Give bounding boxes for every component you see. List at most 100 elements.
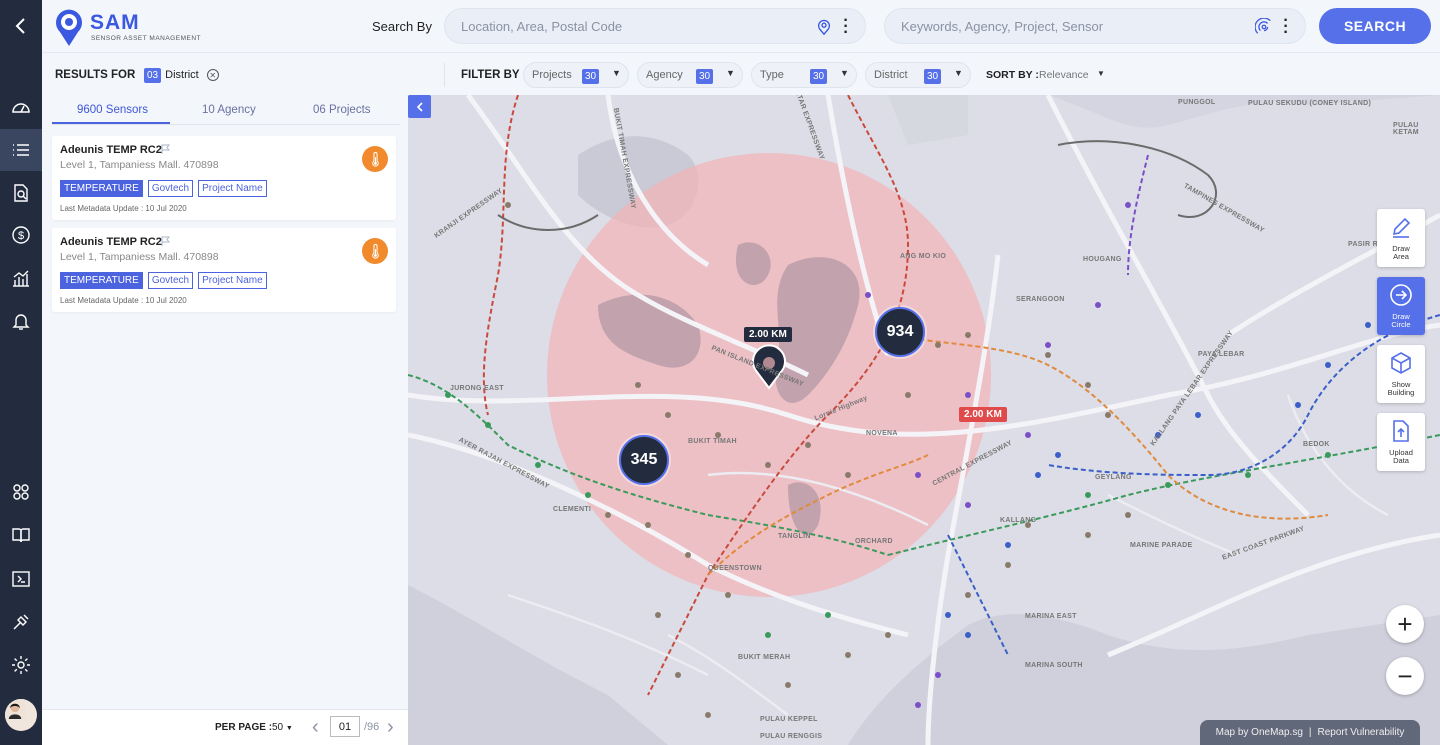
book-icon[interactable] [0,514,42,556]
map-label: BUKIT MERAH [738,654,791,661]
tag-project[interactable]: Project Name [198,180,267,197]
draw-area-button[interactable]: Draw Area [1377,209,1425,267]
prev-page-icon[interactable]: ‹ [312,717,319,737]
sensor-signal-icon[interactable] [1251,14,1277,40]
tag-type[interactable]: TEMPERATURE [60,272,143,289]
user-avatar[interactable] [5,699,37,731]
filter-type-dropdown[interactable]: Type 30 ▼ [751,62,857,88]
tab-agency[interactable]: 10 Agency [202,104,256,116]
map-label: PULAU RENGGIS [760,733,823,740]
circle-arrow-icon [1390,284,1412,306]
tool-label: Upload Data [1389,448,1413,465]
cluster-marker[interactable]: 934 [875,307,925,357]
list-icon[interactable] [0,129,42,171]
sensor-tags: TEMPERATURE Govtech Project Name [60,180,267,197]
keyword-search-field[interactable]: Keywords, Agency, Project, Sensor · · · [884,8,1306,44]
filter-count-badge: 30 [696,69,714,84]
map-label: BEDOK [1303,441,1330,448]
filter-count-badge: 30 [810,69,828,84]
filter-label: Agency [646,69,683,81]
sensor-meta: Last Metadata Update : 10 Jul 2020 [60,296,187,305]
zoom-out-button[interactable]: − [1386,657,1424,695]
chevron-down-icon: ▼ [612,68,621,78]
map-label: MARINA SOUTH [1025,662,1083,669]
results-for-value: District [165,69,199,81]
app-name: SAM [90,11,140,34]
radius-marker-label: 2.00 KM [744,327,792,342]
attribution-text: Map by OneMap.sg [1215,727,1303,738]
tools-icon[interactable] [0,601,42,643]
chevron-down-icon: ▼ [840,68,849,78]
map-label: JURONG EAST [450,385,504,392]
filter-agency-dropdown[interactable]: Agency 30 ▼ [637,62,743,88]
sensor-name: Adeunis TEMP RC2 [60,144,162,156]
flag-icon[interactable] [161,144,171,154]
dollar-icon[interactable]: $ [0,214,42,256]
location-search-input[interactable]: Location, Area, Postal Code [461,19,622,34]
show-building-button[interactable]: Show Building [1377,345,1425,403]
map-label: MARINE PARADE [1130,542,1193,549]
integrations-icon[interactable] [0,471,42,513]
filter-label: Type [760,69,784,81]
chevron-down-icon: ▼ [726,68,735,78]
flag-icon[interactable] [161,236,171,246]
map-label: MARINA EAST [1025,613,1077,620]
tag-agency[interactable]: Govtech [147,180,194,197]
zoom-in-button[interactable]: + [1386,605,1424,643]
sensor-card[interactable]: Adeunis TEMP RC2 Level 1, Tampaniess Mal… [52,228,396,312]
report-vulnerability-link[interactable]: Report Vulnerability [1317,727,1404,738]
page-number-input[interactable]: 01 [330,716,360,737]
sam-logo-icon [56,9,82,46]
sensor-name: Adeunis TEMP RC2 [60,236,162,248]
total-pages: /96 [364,721,380,733]
filter-bar: RESULTS FOR 03 District ✕ FILTER BY Proj… [42,52,1440,95]
per-page-value: 50 [272,722,284,733]
tag-project[interactable]: Project Name [198,272,267,289]
per-page-select[interactable]: 50 ▼ [272,722,293,733]
upload-file-icon [1393,420,1409,442]
map-label: PULAU KEPPEL [760,716,818,723]
filter-projects-dropdown[interactable]: Projects 30 ▼ [523,62,629,88]
back-arrow-icon[interactable] [0,5,42,47]
filter-district-dropdown[interactable]: District 30 ▼ [865,62,971,88]
draw-circle-button[interactable]: Draw Circle [1377,277,1425,335]
location-more-icon[interactable]: · · · [841,13,851,41]
map-label: GEYLANG [1095,474,1132,481]
results-count-badge: 03 [144,67,162,83]
sensor-card[interactable]: Adeunis TEMP RC2 Level 1, Tampaniess Mal… [52,136,396,220]
analytics-icon[interactable] [0,257,42,299]
map-label: PUNGGOL [1178,99,1216,106]
settings-gear-icon[interactable] [0,644,42,686]
sensor-address: Level 1, Tampaniess Mall. 470898 [60,251,219,263]
api-icon[interactable] [0,558,42,600]
bell-icon[interactable] [0,300,42,342]
dashboard-icon[interactable] [0,86,42,128]
sensor-tags: TEMPERATURE Govtech Project Name [60,272,267,289]
tag-agency[interactable]: Govtech [147,272,194,289]
map-view[interactable]: PUNGGOL PULAU KETAM ANG MO KIO HOUGANG S… [408,95,1440,745]
next-page-icon[interactable]: › [387,717,394,737]
results-tabs: 9600 Sensors 10 Agency 06 Projects [52,95,400,125]
location-pin-icon[interactable] [811,14,837,40]
document-search-icon[interactable] [0,172,42,214]
upload-data-button[interactable]: Upload Data [1377,413,1425,471]
location-search-field[interactable]: Location, Area, Postal Code · · · [444,8,866,44]
sort-by-dropdown[interactable]: Relevance [1039,69,1089,81]
radius-edge-label[interactable]: 2.00 KM [959,407,1007,422]
tab-projects[interactable]: 06 Projects [313,104,371,116]
sort-caret-icon[interactable]: ▼ [1097,69,1105,78]
results-panel: 9600 Sensors 10 Agency 06 Projects Adeun… [42,95,408,745]
chevron-down-icon: ▼ [954,68,963,78]
keyword-search-input[interactable]: Keywords, Agency, Project, Sensor [901,19,1103,34]
keyword-more-icon[interactable]: · · · [1281,13,1291,41]
clear-results-icon[interactable]: ✕ [206,69,219,81]
map-canvas[interactable] [408,95,1440,745]
search-by-label: Search By [372,19,432,34]
cluster-marker[interactable]: 345 [619,435,669,485]
collapse-panel-button[interactable] [408,95,431,118]
tag-type[interactable]: TEMPERATURE [60,180,143,197]
tab-sensors[interactable]: 9600 Sensors [77,104,148,116]
search-button[interactable]: SEARCH [1319,8,1431,44]
top-header: SAM SENSOR ASSET MANAGEMENT Search By Lo… [42,0,1440,52]
map-label: QUEENSTOWN [708,565,762,572]
